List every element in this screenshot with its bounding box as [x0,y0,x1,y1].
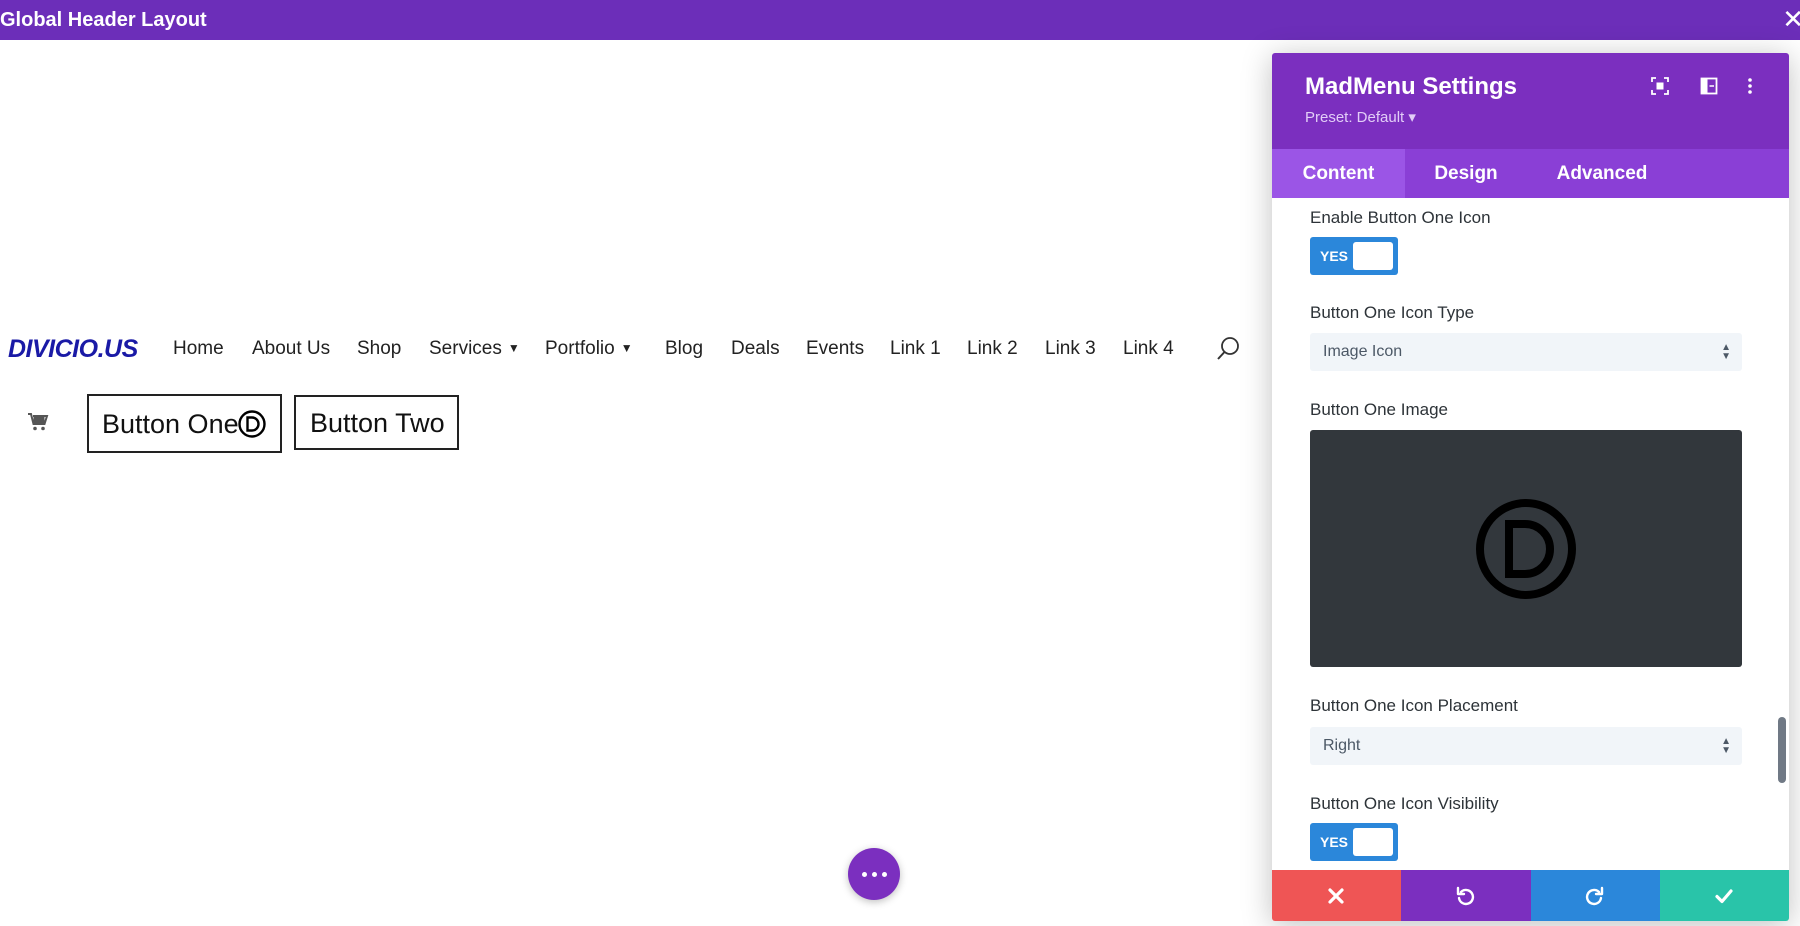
nav-item-services[interactable]: Services ▼ [429,337,520,362]
settings-panel: MadMenu Settings Preset: Default ▾ Conte… [1272,53,1789,921]
nav-item-blog[interactable]: Blog [665,337,703,361]
toggle-knob [1353,242,1393,270]
toggle-yes-label: YES [1320,248,1349,264]
enable-icon-toggle[interactable]: YES [1310,237,1398,275]
divi-d-icon [1476,499,1576,599]
redo-button[interactable] [1530,870,1660,921]
discard-button[interactable] [1272,870,1402,921]
site-logo[interactable]: DIVICIO.US [8,336,138,362]
nav-item-about-us[interactable]: About Us [252,337,330,361]
nav-item-home[interactable]: Home [173,337,224,361]
visibility-toggle[interactable]: YES [1310,823,1398,861]
button-one-label: Button One [102,409,239,439]
toggle-yes-label: YES [1320,834,1349,850]
divi-d-icon [238,410,266,438]
chevron-down-icon: ▼ [620,341,633,355]
toggle-knob [1353,828,1393,856]
search-icon[interactable] [1215,336,1241,362]
enable-icon-label: Enable Button One Icon [1310,208,1491,227]
panel-body[interactable]: Enable Button One Icon YES Button One Ic… [1272,198,1789,874]
panel-footer [1272,870,1789,921]
close-icon[interactable]: ✕ [1782,6,1800,32]
more-vertical-icon[interactable] [1741,77,1759,95]
icon-type-label: Button One Icon Type [1310,303,1475,322]
more-dots-icon[interactable] [848,848,900,900]
panel-header: MadMenu Settings Preset: Default ▾ [1272,53,1789,149]
tab-advanced[interactable]: Advanced [1527,149,1677,198]
nav-item-link-4[interactable]: Link 4 [1123,337,1174,361]
icon-type-select[interactable]: Image Icon ▲ ▼ [1310,333,1742,371]
save-button[interactable] [1659,870,1789,921]
fullscreen-icon[interactable] [1651,77,1669,95]
button-one[interactable]: Button One [87,394,282,453]
nav-item-shop[interactable]: Shop [357,337,401,361]
icon-type-value: Image Icon [1323,343,1403,360]
panel-scrollbar[interactable] [1778,717,1786,783]
top-header-bar: Global Header Layout ✕ [0,0,1800,40]
select-arrows-icon: ▲ ▼ [1721,736,1731,756]
nav-item-link-2[interactable]: Link 2 [967,337,1018,361]
visibility-label: Button One Icon Visibility [1310,794,1499,813]
undo-button[interactable] [1401,870,1531,921]
redo-icon [1585,886,1603,906]
placement-select[interactable]: Right ▲ ▼ [1310,727,1742,765]
split-layout-icon[interactable] [1700,77,1718,95]
undo-icon [1457,886,1475,906]
chevron-down-icon: ▼ [507,341,520,355]
close-icon [1328,888,1344,904]
preset-dropdown[interactable]: Preset: Default ▾ [1305,109,1416,127]
nav-item-link-3[interactable]: Link 3 [1045,337,1096,361]
panel-title: MadMenu Settings [1305,73,1518,100]
nav-item-portfolio[interactable]: Portfolio ▼ [545,337,633,362]
button-two-label: Button Two [310,408,445,438]
layout-title: Global Header Layout [0,9,207,31]
nav-item-deals[interactable]: Deals [731,337,780,361]
tab-content[interactable]: Content [1272,149,1405,198]
check-icon [1715,889,1733,904]
image-upload-preview[interactable] [1310,430,1742,667]
placement-value: Right [1323,737,1361,754]
cart-icon[interactable] [26,410,50,434]
tab-design[interactable]: Design [1405,149,1527,198]
select-arrows-icon: ▲ ▼ [1721,342,1731,362]
nav-item-events[interactable]: Events [806,337,864,361]
placement-label: Button One Icon Placement [1310,696,1518,715]
panel-tabs: Content Design Advanced [1272,149,1789,198]
image-label: Button One Image [1310,400,1448,419]
nav-item-link-1[interactable]: Link 1 [890,337,941,361]
button-two[interactable]: Button Two [294,395,459,450]
